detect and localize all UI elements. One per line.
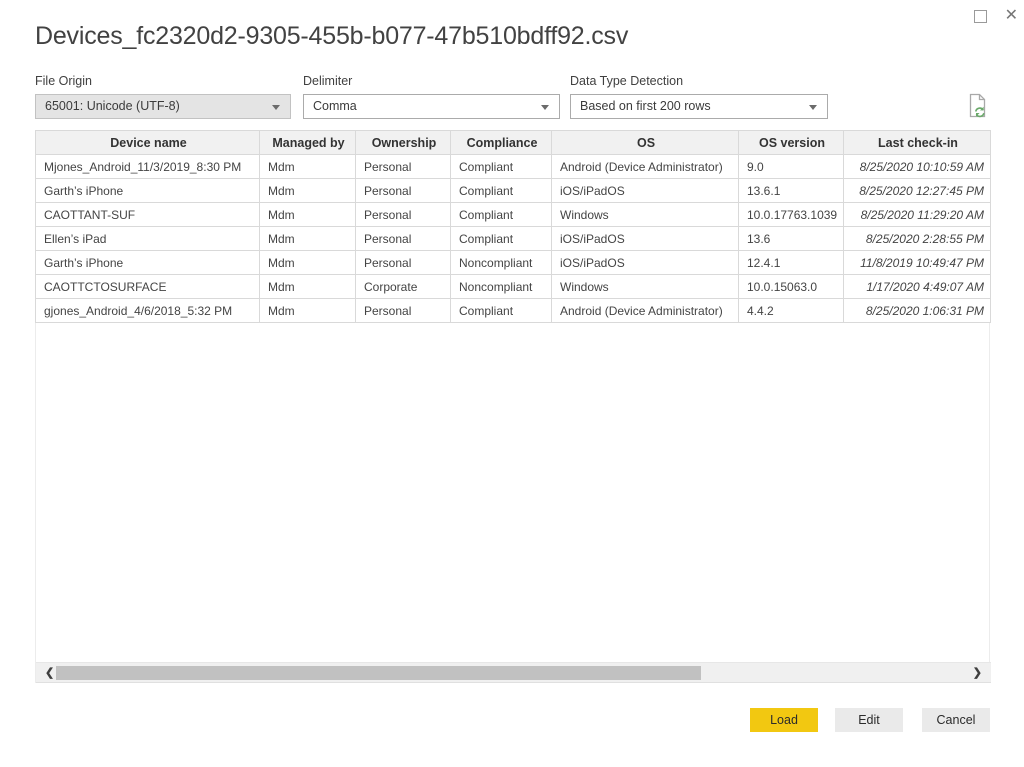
data-type-detection-label: Data Type Detection [570, 74, 683, 88]
table-cell: Compliant [451, 179, 552, 203]
table-cell: Mdm [260, 179, 356, 203]
file-origin-label: File Origin [35, 74, 92, 88]
table-cell: Garth’s iPhone [36, 251, 260, 275]
table-cell: iOS/iPadOS [552, 179, 739, 203]
table-cell: 8/25/2020 12:27:45 PM [844, 179, 991, 203]
data-type-detection-dropdown[interactable]: Based on first 200 rows [570, 94, 828, 119]
table-cell: CAOTTANT-SUF [36, 203, 260, 227]
table-cell: Personal [356, 179, 451, 203]
column-header: Compliance [451, 131, 552, 155]
delimiter-value: Comma [313, 99, 357, 113]
table-cell: 12.4.1 [739, 251, 844, 275]
table-cell: Mdm [260, 155, 356, 179]
cancel-button[interactable]: Cancel [922, 708, 990, 732]
table-row: Garth’s iPhoneMdmPersonalNoncompliantiOS… [36, 251, 991, 275]
table-row: CAOTTANT-SUFMdmPersonalCompliantWindows1… [36, 203, 991, 227]
table-cell: Personal [356, 227, 451, 251]
table-cell: Android (Device Administrator) [552, 299, 739, 323]
table-cell: 11/8/2019 10:49:47 PM [844, 251, 991, 275]
csv-import-dialog: ✕ Devices_fc2320d2-9305-455b-b077-47b510… [0, 0, 1024, 767]
table-cell: Compliant [451, 299, 552, 323]
edit-button[interactable]: Edit [835, 708, 903, 732]
delimiter-label: Delimiter [303, 74, 352, 88]
table-cell: 10.0.15063.0 [739, 275, 844, 299]
table-row: Mjones_Android_11/3/2019_8:30 PMMdmPerso… [36, 155, 991, 179]
column-header: Managed by [260, 131, 356, 155]
scrollbar-thumb[interactable] [56, 666, 701, 680]
table-cell: 9.0 [739, 155, 844, 179]
maximize-icon[interactable] [974, 10, 987, 23]
table-cell: 8/25/2020 11:29:20 AM [844, 203, 991, 227]
horizontal-scrollbar[interactable]: ❮ ❯ [36, 662, 991, 683]
scroll-left-icon[interactable]: ❮ [45, 666, 54, 681]
window-controls: ✕ [974, 8, 1018, 24]
table-cell: 8/25/2020 2:28:55 PM [844, 227, 991, 251]
load-button[interactable]: Load [750, 708, 818, 732]
column-header: Device name [36, 131, 260, 155]
table-cell: gjones_Android_4/6/2018_5:32 PM [36, 299, 260, 323]
column-header: OS version [739, 131, 844, 155]
table-cell: 4.4.2 [739, 299, 844, 323]
table-cell: CAOTTCTOSURFACE [36, 275, 260, 299]
table-row: Garth’s iPhoneMdmPersonalCompliantiOS/iP… [36, 179, 991, 203]
table-cell: Noncompliant [451, 275, 552, 299]
table-cell: Mdm [260, 275, 356, 299]
refresh-preview-icon[interactable] [964, 92, 991, 119]
table-cell: Compliant [451, 203, 552, 227]
table-cell: Noncompliant [451, 251, 552, 275]
chevron-down-icon [809, 105, 817, 110]
table-cell: 13.6.1 [739, 179, 844, 203]
table-body: Mjones_Android_11/3/2019_8:30 PMMdmPerso… [36, 155, 991, 323]
table-cell: 1/17/2020 4:49:07 AM [844, 275, 991, 299]
close-icon[interactable]: ✕ [1005, 8, 1018, 24]
column-header: Last check-in [844, 131, 991, 155]
chevron-down-icon [541, 105, 549, 110]
file-origin-value: 65001: Unicode (UTF-8) [45, 99, 180, 113]
table-cell: 13.6 [739, 227, 844, 251]
table-cell: Garth’s iPhone [36, 179, 260, 203]
table-cell: 8/25/2020 1:06:31 PM [844, 299, 991, 323]
table-cell: Compliant [451, 155, 552, 179]
scroll-right-icon[interactable]: ❯ [973, 666, 982, 681]
chevron-down-icon [272, 105, 280, 110]
table-cell: Mjones_Android_11/3/2019_8:30 PM [36, 155, 260, 179]
column-header: Ownership [356, 131, 451, 155]
table-cell: Compliant [451, 227, 552, 251]
table-cell: Mdm [260, 227, 356, 251]
table-cell: Android (Device Administrator) [552, 155, 739, 179]
data-type-detection-value: Based on first 200 rows [580, 99, 711, 113]
table-cell: Personal [356, 299, 451, 323]
table-cell: Mdm [260, 203, 356, 227]
table-row: CAOTTCTOSURFACEMdmCorporateNoncompliantW… [36, 275, 991, 299]
table-cell: Personal [356, 155, 451, 179]
column-header: OS [552, 131, 739, 155]
table-row: Ellen’s iPadMdmPersonalCompliantiOS/iPad… [36, 227, 991, 251]
file-origin-dropdown[interactable]: 65001: Unicode (UTF-8) [35, 94, 291, 119]
table-cell: Mdm [260, 251, 356, 275]
page-title: Devices_fc2320d2-9305-455b-b077-47b510bd… [35, 22, 628, 51]
table-cell: Ellen’s iPad [36, 227, 260, 251]
table-cell: Mdm [260, 299, 356, 323]
table-cell: 8/25/2020 10:10:59 AM [844, 155, 991, 179]
table-cell: iOS/iPadOS [552, 251, 739, 275]
table-cell: Personal [356, 251, 451, 275]
table-header-row: Device nameManaged byOwnershipCompliance… [36, 131, 991, 155]
table-cell: Corporate [356, 275, 451, 299]
table-cell: iOS/iPadOS [552, 227, 739, 251]
delimiter-dropdown[interactable]: Comma [303, 94, 560, 119]
data-preview-pane: Device nameManaged byOwnershipCompliance… [35, 130, 990, 683]
table-cell: Windows [552, 203, 739, 227]
preview-table: Device nameManaged byOwnershipCompliance… [35, 130, 991, 323]
table-cell: Windows [552, 275, 739, 299]
table-cell: 10.0.17763.1039 [739, 203, 844, 227]
table-row: gjones_Android_4/6/2018_5:32 PMMdmPerson… [36, 299, 991, 323]
table-cell: Personal [356, 203, 451, 227]
